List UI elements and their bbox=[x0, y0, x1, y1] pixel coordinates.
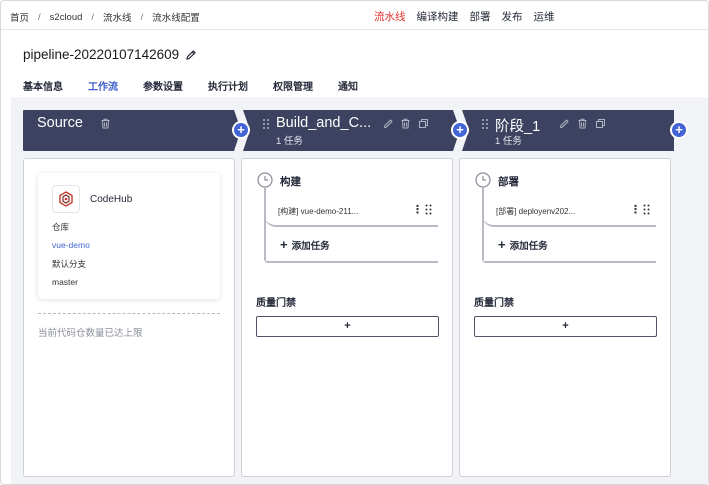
repo-type-name: CodeHub bbox=[90, 194, 133, 205]
trash-icon[interactable] bbox=[100, 118, 111, 129]
add-task-button[interactable]: + 添加任务 bbox=[280, 237, 330, 252]
drag-handle-icon[interactable] bbox=[481, 118, 489, 132]
branch-label: 默认分支 bbox=[52, 259, 87, 269]
more-vertical-icon[interactable]: ⋮ bbox=[412, 203, 423, 216]
trash-icon[interactable] bbox=[400, 118, 411, 129]
pipeline-config-window: 首页 / s2cloud / 流水线 / 流水线配置 流水线 编译构建 部署 发… bbox=[0, 0, 709, 485]
task-item[interactable]: [构建] vue-demo-211... ⋮ bbox=[264, 199, 438, 227]
add-stage-button[interactable]: + bbox=[451, 121, 469, 139]
repo-link[interactable]: vue-demo bbox=[52, 240, 90, 250]
pencil-icon[interactable] bbox=[559, 118, 570, 129]
add-task-connector bbox=[264, 259, 438, 263]
job-title: 部署 bbox=[498, 176, 519, 188]
drag-handle-icon[interactable] bbox=[643, 204, 650, 216]
clock-icon bbox=[257, 172, 273, 188]
task-name: [部署] deployenv202... bbox=[496, 207, 576, 216]
add-task-label: 添加任务 bbox=[291, 240, 330, 252]
deploy-column: 部署 [部署] deployenv202... ⋮ + 添加任务 质量门禁 + bbox=[459, 158, 671, 477]
quality-gate-title: 质量门禁 bbox=[474, 298, 514, 309]
repo-card[interactable]: CodeHub 仓库 vue-demo 默认分支 master bbox=[38, 173, 220, 299]
add-quality-gate-button[interactable]: + bbox=[256, 316, 439, 337]
repo-limit-notice: 当前代码仓数量已达上限 bbox=[38, 328, 143, 339]
copy-icon[interactable] bbox=[418, 118, 429, 129]
source-column: CodeHub 仓库 vue-demo 默认分支 master 当前代码仓数量已… bbox=[23, 158, 235, 477]
more-vertical-icon[interactable]: ⋮ bbox=[630, 203, 641, 216]
add-stage-button[interactable]: + bbox=[232, 121, 250, 139]
task-name: [构建] vue-demo-211... bbox=[278, 207, 359, 216]
task-item[interactable]: [部署] deployenv202... ⋮ bbox=[482, 199, 656, 227]
build-column: 构建 [构建] vue-demo-211... ⋮ + 添加任务 质量门禁 + bbox=[241, 158, 453, 477]
add-task-button[interactable]: + 添加任务 bbox=[498, 237, 548, 252]
stage-build-name[interactable]: Build_and_C... bbox=[276, 115, 371, 131]
repo-label: 仓库 bbox=[52, 222, 70, 232]
add-stage-button[interactable]: + bbox=[670, 121, 688, 139]
quality-gate-title: 质量门禁 bbox=[256, 298, 296, 309]
drag-handle-icon[interactable] bbox=[262, 118, 270, 132]
add-task-label: 添加任务 bbox=[509, 240, 548, 252]
stage-build-task-count: 1 任务 bbox=[276, 136, 303, 147]
stage-deploy-task-count: 1 任务 bbox=[495, 136, 522, 147]
pencil-icon[interactable] bbox=[383, 118, 394, 129]
clock-icon bbox=[475, 172, 491, 188]
plus-icon: + bbox=[280, 237, 288, 252]
add-quality-gate-button[interactable]: + bbox=[474, 316, 657, 337]
add-task-connector bbox=[482, 259, 656, 263]
job-title: 构建 bbox=[280, 176, 301, 188]
copy-icon[interactable] bbox=[595, 118, 606, 129]
codehub-logo-icon bbox=[52, 185, 80, 213]
drag-handle-icon[interactable] bbox=[425, 204, 432, 216]
branch-value: master bbox=[52, 277, 78, 287]
divider bbox=[38, 313, 220, 314]
stage-source-name[interactable]: Source bbox=[37, 115, 83, 131]
plus-icon: + bbox=[498, 237, 506, 252]
trash-icon[interactable] bbox=[577, 118, 588, 129]
